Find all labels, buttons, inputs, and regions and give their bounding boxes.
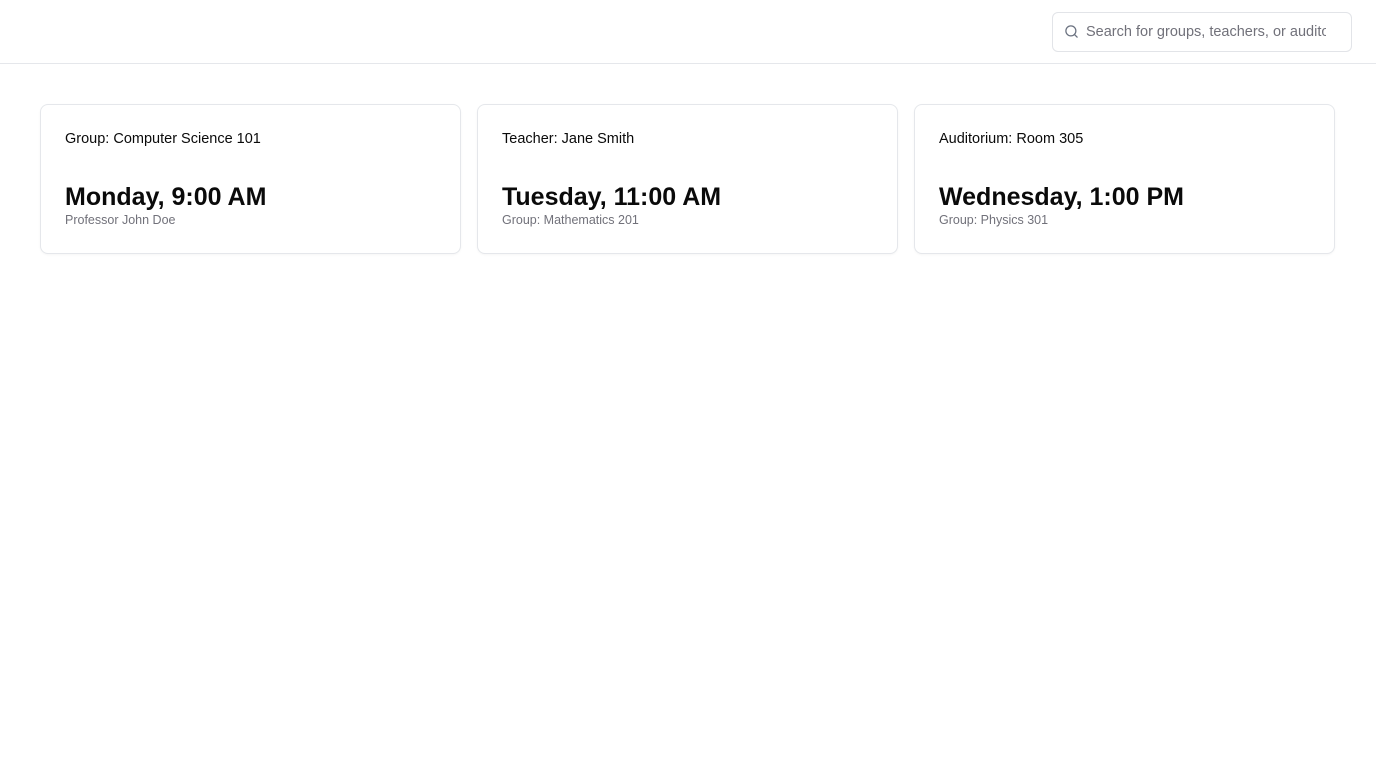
search-icon: [1063, 23, 1079, 39]
schedule-card-group[interactable]: Group: Computer Science 101 Monday, 9:00…: [40, 104, 461, 254]
card-time: Tuesday, 11:00 AM: [502, 183, 722, 211]
schedule-card-teacher[interactable]: Teacher: Jane Smith Tuesday, 11:00 AM Gr…: [477, 104, 898, 254]
card-title: Auditorium: Room 305: [939, 131, 1084, 147]
card-subtitle: Professor John Doe: [65, 213, 176, 227]
top-header: [0, 0, 1376, 64]
schedule-cards: Group: Computer Science 101 Monday, 9:00…: [40, 104, 1336, 254]
schedule-card-auditorium[interactable]: Auditorium: Room 305 Wednesday, 1:00 PM …: [914, 104, 1335, 254]
card-time: Wednesday, 1:00 PM: [939, 183, 1184, 211]
search-input[interactable]: [1086, 13, 1326, 51]
card-subtitle: Group: Mathematics 201: [502, 213, 639, 227]
card-title: Group: Computer Science 101: [65, 131, 261, 147]
card-title: Teacher: Jane Smith: [502, 131, 635, 147]
card-subtitle: Group: Physics 301: [939, 213, 1049, 227]
card-time: Monday, 9:00 AM: [65, 183, 267, 211]
search-box[interactable]: [1052, 12, 1352, 52]
